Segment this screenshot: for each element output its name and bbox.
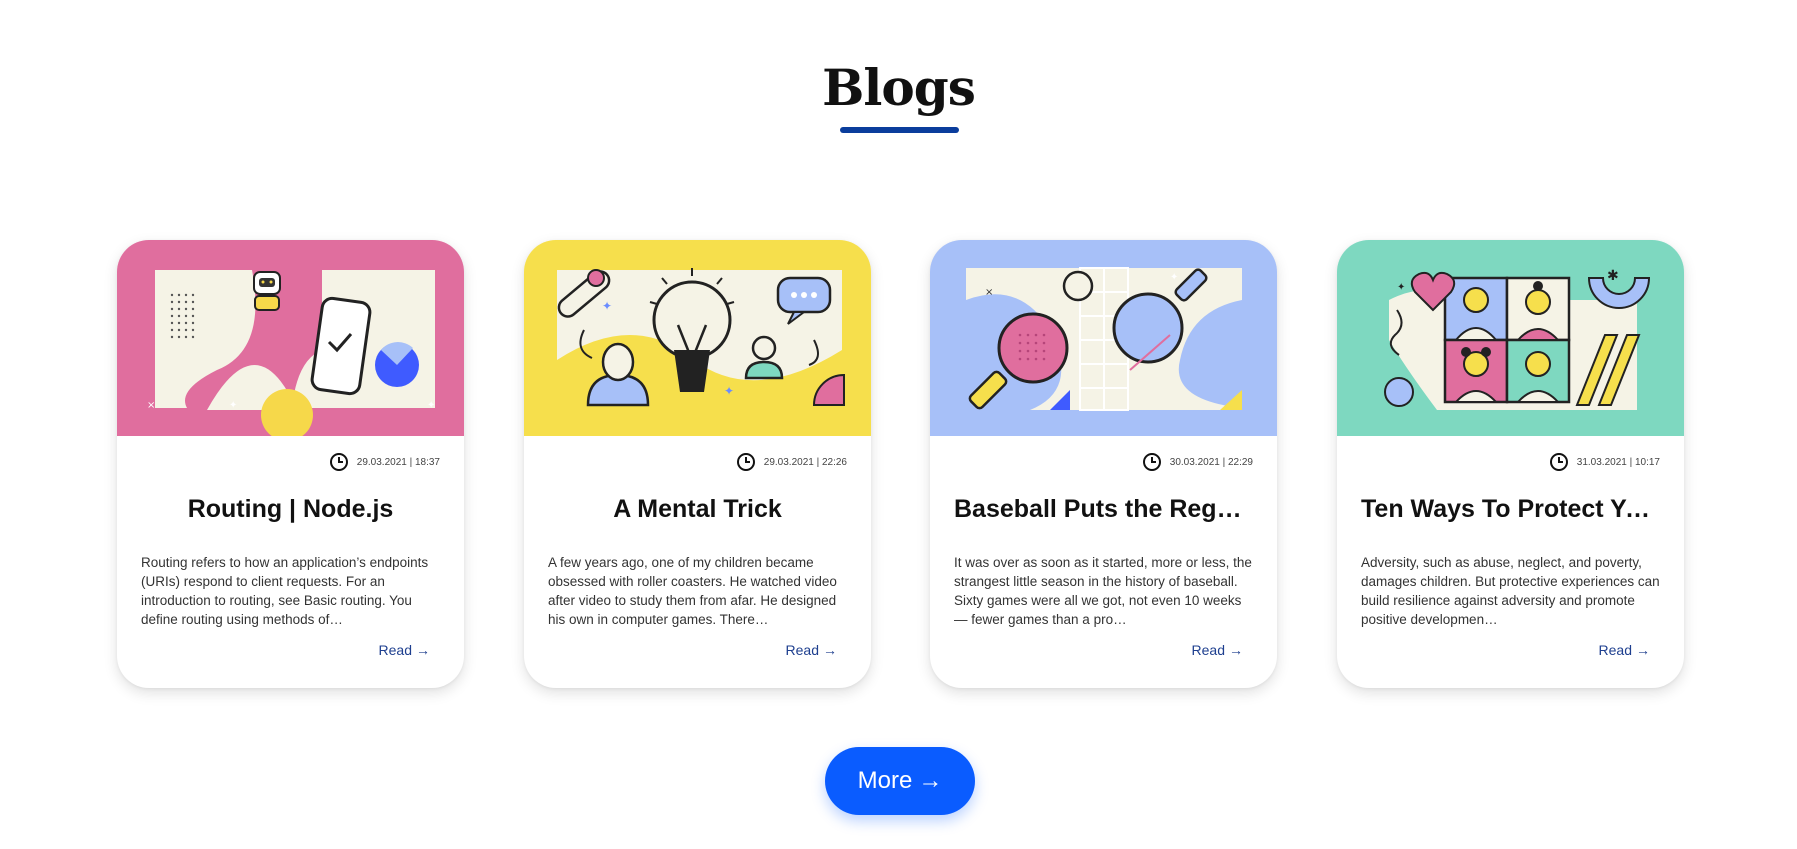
svg-text:✱: ✱: [1607, 268, 1619, 284]
clock-icon: [1549, 452, 1569, 472]
svg-text:✦: ✦: [724, 384, 734, 398]
arrow-right-icon: →: [1636, 642, 1650, 658]
read-link[interactable]: Read →: [1599, 642, 1650, 658]
post-date: 31.03.2021 | 10:17: [1576, 456, 1660, 468]
post-title[interactable]: Baseball Puts the Regul…: [954, 495, 1253, 524]
arrow-right-icon: →: [416, 642, 430, 658]
arrow-right-icon: →: [823, 642, 837, 658]
svg-text:×: ×: [147, 400, 155, 411]
read-link[interactable]: Read →: [1192, 642, 1243, 658]
post-meta: 31.03.2021 | 10:17: [1549, 452, 1660, 472]
post-excerpt: It was over as soon as it started, more …: [954, 555, 1252, 627]
ping-pong-paddles-illustration: × ✦: [930, 240, 1277, 436]
post-title[interactable]: A Mental Trick: [548, 495, 847, 524]
svg-text:✦: ✦: [602, 299, 612, 313]
read-label: Read: [1191, 642, 1225, 658]
post-meta: 29.03.2021 | 22:26: [736, 452, 847, 472]
blog-card[interactable]: × ✦ 30.03.2021 | 22:29 Baseball Puts the…: [930, 240, 1277, 688]
post-date: 29.03.2021 | 18:37: [356, 456, 440, 468]
robot-phone-checkmark-illustration: ✦ ✦ ×: [117, 240, 464, 436]
read-link[interactable]: Read →: [786, 642, 837, 658]
blog-card[interactable]: ✦ ✦ 29.03.2021 | 22:26 A Mental Trick A …: [524, 240, 871, 688]
arrow-right-icon: →: [918, 767, 943, 794]
clock-icon: [329, 452, 349, 472]
clock-icon: [736, 452, 756, 472]
post-meta: 30.03.2021 | 22:29: [1142, 452, 1253, 472]
post-title[interactable]: Ten Ways To Protect Yo…: [1361, 495, 1660, 524]
post-excerpt: A few years ago, one of my children beca…: [548, 555, 837, 627]
section-title: Blogs: [822, 58, 976, 117]
video-call-faces-heart-illustration: ✱ ✦: [1337, 240, 1684, 436]
svg-text:✦: ✦: [1170, 272, 1178, 283]
title-underline: [840, 127, 959, 133]
post-date: 29.03.2021 | 22:26: [763, 456, 847, 468]
post-date: 30.03.2021 | 22:29: [1169, 456, 1253, 468]
more-button-label: More: [857, 767, 913, 794]
read-label: Read: [1598, 642, 1632, 658]
clock-icon: [1142, 452, 1162, 472]
post-excerpt: Adversity, such as abuse, neglect, and p…: [1361, 555, 1660, 627]
svg-text:×: ×: [985, 287, 993, 298]
read-label: Read: [785, 642, 819, 658]
blog-card[interactable]: ✦ ✦ × 29.03.2021 | 18:37 Routing | Node.…: [117, 240, 464, 688]
read-label: Read: [378, 642, 412, 658]
svg-text:✦: ✦: [1397, 282, 1405, 293]
lightbulb-idea-chat-illustration: ✦ ✦: [524, 240, 871, 436]
read-link[interactable]: Read →: [379, 642, 430, 658]
blog-card[interactable]: ✱ ✦ 31.03.2021 | 10:17 Ten Ways To Prote…: [1337, 240, 1684, 688]
svg-text:✦: ✦: [229, 400, 237, 411]
more-button[interactable]: More →: [825, 747, 975, 815]
blog-card-list: ✦ ✦ × 29.03.2021 | 18:37 Routing | Node.…: [117, 240, 1684, 688]
svg-text:✦: ✦: [427, 400, 435, 411]
post-title[interactable]: Routing | Node.js: [141, 495, 440, 524]
post-excerpt: Routing refers to how an application’s e…: [141, 555, 429, 627]
arrow-right-icon: →: [1229, 642, 1243, 658]
post-meta: 29.03.2021 | 18:37: [329, 452, 440, 472]
